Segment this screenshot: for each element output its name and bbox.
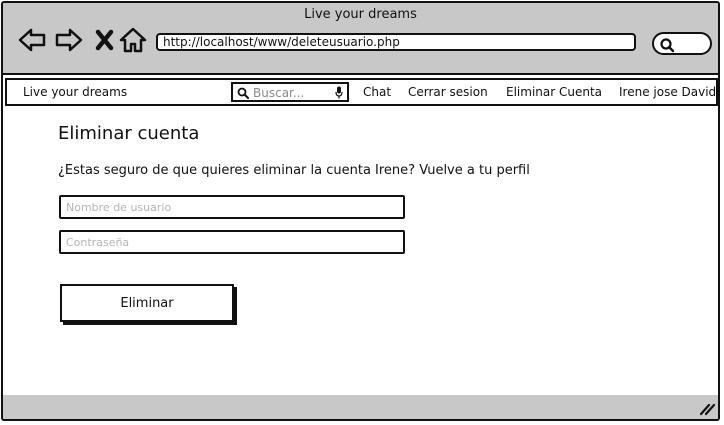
menu-item-user[interactable]: Irene jose David (619, 85, 716, 99)
window-title: Live your dreams (304, 7, 417, 22)
address-bar[interactable]: http://localhost/www/deleteusuario.php (156, 33, 636, 51)
menu-item-logout[interactable]: Cerrar sesion (408, 85, 488, 99)
menu-search-input[interactable]: Buscar... (231, 82, 349, 102)
back-arrow-icon[interactable] (17, 25, 47, 55)
menu-item-chat[interactable]: Chat (363, 85, 391, 99)
resize-grip-icon[interactable] (698, 400, 716, 416)
search-icon (660, 38, 675, 53)
title-bar: Live your dreams http://localhost/www/de… (3, 3, 718, 73)
search-placeholder: Buscar... (253, 86, 305, 100)
stop-close-icon[interactable] (91, 25, 121, 55)
password-input[interactable] (59, 230, 405, 254)
home-icon[interactable] (118, 25, 148, 55)
page-title: Eliminar cuenta (58, 123, 200, 144)
username-input[interactable] (59, 195, 405, 219)
brand-link[interactable]: Live your dreams (23, 85, 127, 99)
status-bar (3, 395, 718, 419)
page-content: Live your dreams Buscar... Chat Cerrar s… (3, 73, 718, 397)
menu-item-delete-account[interactable]: Eliminar Cuenta (506, 85, 602, 99)
confirmation-message: ¿Estas seguro de que quieres eliminar la… (58, 163, 530, 178)
delete-button[interactable]: Eliminar (60, 284, 234, 322)
browser-search-box[interactable] (652, 32, 712, 55)
search-icon (237, 87, 249, 99)
browser-window: Live your dreams http://localhost/www/de… (1, 1, 720, 421)
forward-arrow-icon[interactable] (54, 25, 84, 55)
top-menubar: Live your dreams Buscar... Chat Cerrar s… (5, 78, 718, 106)
microphone-icon[interactable] (335, 86, 343, 99)
